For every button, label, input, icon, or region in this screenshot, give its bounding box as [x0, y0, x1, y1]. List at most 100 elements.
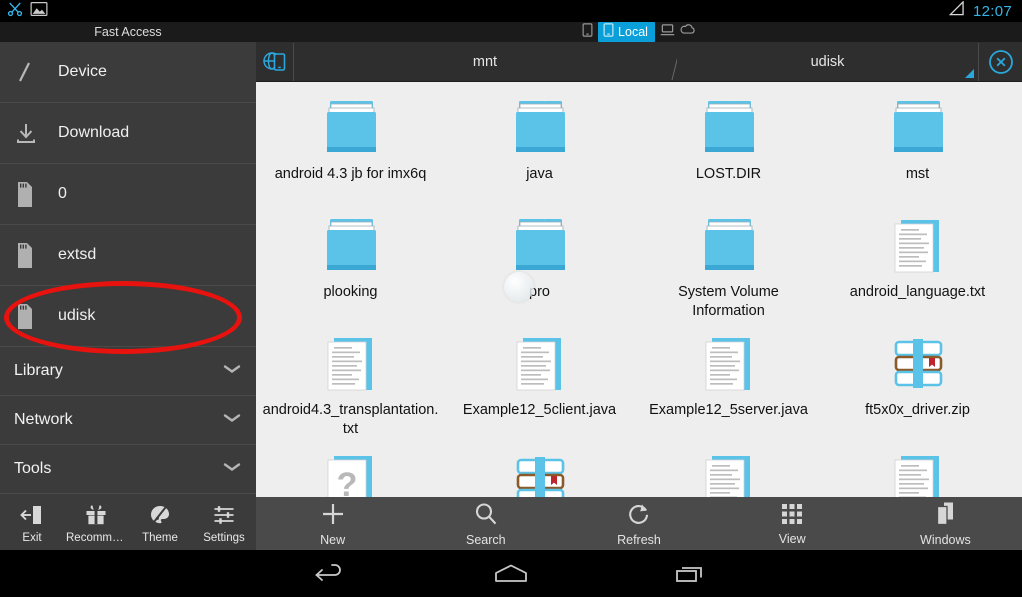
file-name: android 4.3 jb for imx6q [274, 166, 427, 182]
main-toolbar: New Search Refresh View Windows [256, 497, 1022, 550]
file-grid-pane[interactable]: android 4.3 jb for imx6q java LOST.DIR m… [256, 82, 1022, 497]
sidebar-item-label: Download [58, 124, 130, 141]
text-icon [317, 328, 385, 396]
sdcard-icon [14, 181, 58, 207]
new-button[interactable]: New [256, 501, 409, 547]
file-item[interactable]: mst [823, 86, 1012, 204]
file-item[interactable]: android_language.txt [823, 204, 1012, 322]
breadcrumb-track: mnt udisk [294, 43, 978, 81]
tab-phone[interactable] [582, 22, 593, 42]
file-name: java [526, 166, 553, 182]
recommend-button[interactable]: Recomme… [64, 503, 128, 544]
search-icon [473, 501, 499, 530]
breadcrumb-udisk[interactable]: udisk [677, 43, 978, 80]
sidebar-item-udisk[interactable]: udisk [0, 286, 256, 347]
file-name: Example12_5server.java [649, 402, 808, 418]
image-icon[interactable] [30, 1, 48, 22]
sidebar-item-download[interactable]: Download [0, 103, 256, 164]
recents-icon[interactable] [651, 550, 731, 597]
breadcrumb-label: mnt [472, 53, 498, 70]
tab-cloud[interactable] [680, 23, 696, 41]
file-item[interactable]: System Volume Information [634, 204, 823, 322]
file-item[interactable]: ft5x0x_driver.zip [823, 322, 1012, 440]
file-item[interactable] [823, 440, 1012, 497]
back-icon[interactable] [291, 550, 371, 597]
svg-text:?: ? [336, 466, 357, 497]
file-name: mst [905, 166, 930, 182]
file-name: pro [529, 284, 550, 300]
file-item[interactable]: android 4.3 jb for imx6q [256, 86, 445, 204]
refresh-button[interactable]: Refresh [562, 501, 715, 547]
sidebar-section-library[interactable]: Library [0, 347, 256, 396]
windows-stack-icon [933, 501, 957, 530]
refresh-label: Refresh [617, 532, 661, 547]
windows-button[interactable]: Windows [869, 501, 1022, 547]
file-item[interactable] [445, 440, 634, 497]
theme-button[interactable]: Theme [128, 503, 192, 544]
chevron-down-icon [222, 460, 242, 478]
gift-icon [84, 503, 108, 530]
breadcrumb-mnt[interactable]: mnt [294, 43, 676, 80]
download-icon [14, 121, 58, 145]
new-label: New [320, 532, 346, 547]
settings-button[interactable]: Settings [192, 503, 256, 544]
text-icon [506, 328, 574, 396]
sidebar-item-0[interactable]: 0 [0, 164, 256, 225]
home-icon[interactable] [471, 550, 551, 597]
file-name: plooking [323, 284, 378, 300]
exit-button[interactable]: Exit [0, 503, 64, 544]
chevron-down-icon [222, 362, 242, 380]
search-button[interactable]: Search [409, 501, 562, 547]
close-circle-icon[interactable] [978, 42, 1022, 81]
zip-icon [884, 328, 952, 396]
tab-local[interactable]: Local [598, 22, 655, 42]
file-item[interactable]: ? [256, 440, 445, 497]
fast-access-title: Fast Access [94, 25, 162, 39]
file-item[interactable]: LOST.DIR [634, 86, 823, 204]
android-status-bar: 12:07 [0, 0, 1022, 22]
breadcrumb-bar: mnt udisk [256, 42, 1022, 82]
text-icon [884, 446, 952, 497]
chevron-down-icon [222, 411, 242, 429]
sidebar-section-label: Network [14, 411, 73, 428]
theme-label: Theme [142, 532, 178, 544]
breadcrumb-corner-indicator [965, 68, 974, 78]
sidebar-item-device[interactable]: Device [0, 42, 256, 103]
refresh-icon [626, 501, 652, 530]
exit-icon [20, 503, 44, 530]
text-icon [695, 328, 763, 396]
search-label: Search [466, 532, 506, 547]
view-button[interactable]: View [716, 502, 869, 546]
windows-label: Windows [920, 532, 971, 547]
unknown-icon: ? [317, 446, 385, 497]
file-name: android_language.txt [849, 284, 986, 300]
sidebar-section-tools[interactable]: Tools [0, 445, 256, 494]
sidebar-item-extsd[interactable]: extsd [0, 225, 256, 286]
slash-root-icon [14, 59, 58, 85]
file-item[interactable]: plooking [256, 204, 445, 322]
scissors-icon[interactable] [6, 0, 24, 23]
view-label: View [778, 531, 806, 546]
sidebar-bottom-bar: Exit Recomme… Theme Settings [0, 497, 256, 550]
header-strip: Fast Access Local [0, 22, 1022, 42]
folder-icon [317, 210, 385, 278]
location-tabs: Local [256, 22, 1022, 42]
sidebar-item-label: udisk [58, 307, 96, 324]
sdcard-icon [14, 303, 58, 329]
tab-computer[interactable] [660, 23, 675, 42]
file-item[interactable]: Example12_5server.java [634, 322, 823, 440]
file-item[interactable]: android4.3_transplantation.txt [256, 322, 445, 440]
sidebar-item-label: Device [58, 63, 107, 80]
globe-device-icon[interactable] [256, 42, 294, 81]
phone-icon [603, 23, 614, 40]
file-item[interactable]: pro [445, 204, 634, 322]
folder-icon [695, 210, 763, 278]
file-item[interactable]: java [445, 86, 634, 204]
sidebar-section-network[interactable]: Network [0, 396, 256, 445]
file-item[interactable]: Example12_5client.java [445, 322, 634, 440]
file-item[interactable] [634, 440, 823, 497]
text-icon [695, 446, 763, 497]
status-clock: 12:07 [972, 2, 1012, 20]
android-nav-bar [0, 550, 1022, 597]
exit-label: Exit [22, 532, 42, 544]
